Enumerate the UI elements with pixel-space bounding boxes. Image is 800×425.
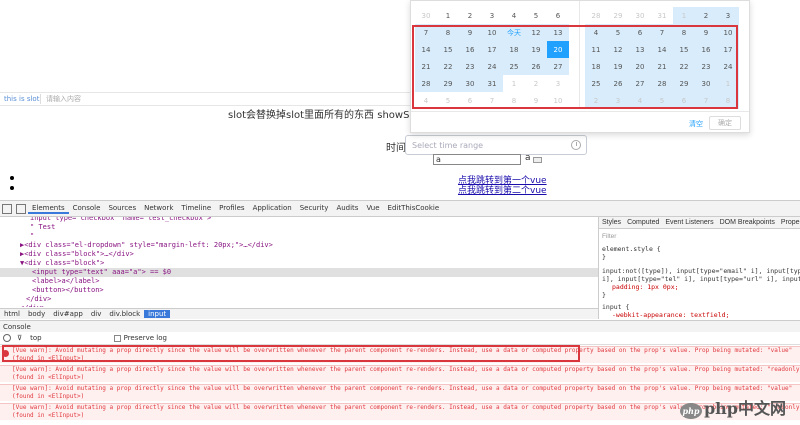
warning-highlight-box <box>2 345 580 362</box>
empty-button[interactable] <box>533 157 542 163</box>
styles-tab[interactable]: Event Listeners <box>662 219 716 226</box>
elements-tree: input type="checkbox" name="test_checkbo… <box>0 217 598 307</box>
devtools-panel: Elements Console Sources Network Timeline Pro… <box>0 200 800 425</box>
slot-input[interactable]: 请输入内容 <box>40 94 81 104</box>
style-line: element.style { <box>602 245 661 253</box>
calendar-day[interactable]: 3 <box>481 7 503 24</box>
text-input[interactable]: a <box>433 154 521 165</box>
tab-console[interactable]: Console <box>69 204 105 214</box>
calendar-day[interactable]: 1 <box>673 7 695 24</box>
range-placeholder: Select time range <box>412 140 484 150</box>
dom-line[interactable]: ▶<div class="block">…</div> <box>20 250 134 259</box>
tab-vue[interactable]: Vue <box>362 204 383 214</box>
calendar-day[interactable]: 28 <box>585 7 607 24</box>
filter-input[interactable]: Filter <box>602 233 616 241</box>
bullet <box>10 176 14 180</box>
php-logo-icon: php <box>679 403 702 419</box>
dom-line[interactable]: <label>a</label> <box>32 277 99 286</box>
style-line: padding: 1px 0px; <box>612 283 679 291</box>
tab-timeline[interactable]: Timeline <box>177 204 215 214</box>
styles-tabs: Styles Computed Event Listeners DOM Breakpo… <box>599 217 800 229</box>
style-line: -webkit-appearance: textfield; <box>612 311 730 319</box>
time-range-picker[interactable]: Select time range <box>405 135 587 155</box>
filter-icon[interactable]: ⊽ <box>17 334 22 342</box>
console-warning: [Vue warn]: Avoid mutating a prop direct… <box>0 365 800 382</box>
calendar-day[interactable]: 29 <box>607 7 629 24</box>
calendar-footer: 清空 确定 <box>411 111 749 133</box>
style-line: input:not([type]), input[type="email" i]… <box>602 267 800 275</box>
calendar-day[interactable]: 4 <box>503 7 525 24</box>
style-line: } <box>602 291 606 299</box>
styles-tab[interactable]: Styles <box>599 219 624 226</box>
dom-line[interactable]: " Test <box>30 223 55 232</box>
breadcrumb-item[interactable]: div#app <box>49 310 87 318</box>
clear-console-icon[interactable] <box>3 334 11 342</box>
dom-line[interactable]: ▶<div class="el-dropdown" style="margin-… <box>20 241 273 250</box>
warning-text: [Vue warn]: Avoid mutating a prop direct… <box>12 366 800 373</box>
ok-button[interactable]: 确定 <box>709 116 741 130</box>
styles-pane: Styles Computed Event Listeners DOM Breakpo… <box>598 217 800 319</box>
slot-label: this is slot <box>4 95 40 103</box>
breadcrumb-item[interactable]: body <box>24 310 49 318</box>
dom-line[interactable]: <input type="text" aaa="a"> == $0 <box>0 268 598 277</box>
tab-elements[interactable]: Elements <box>28 204 69 214</box>
dom-line[interactable]: ▼<div class="block"> <box>20 259 104 268</box>
calendar-day[interactable]: 31 <box>651 7 673 24</box>
preserve-log-label: Preserve log <box>123 334 167 342</box>
time-label: 时间 <box>386 143 406 154</box>
calendar-day[interactable]: 3 <box>717 7 739 24</box>
tab-sources[interactable]: Sources <box>104 204 140 214</box>
calendar-day[interactable]: 5 <box>525 7 547 24</box>
context-select[interactable]: top <box>30 334 41 342</box>
warning-text: [Vue warn]: Avoid mutating a prop direct… <box>12 385 793 392</box>
breadcrumb-item[interactable]: html <box>0 310 24 318</box>
tab-network[interactable]: Network <box>140 204 177 214</box>
styles-tab[interactable]: Properties <box>778 219 800 226</box>
console-header: Console <box>0 320 800 332</box>
tab-application[interactable]: Application <box>249 204 296 214</box>
breadcrumb: html body div#app div div.block input <box>0 308 598 319</box>
clock-icon <box>571 140 581 150</box>
calendar-day[interactable]: 1 <box>437 7 459 24</box>
breadcrumb-item[interactable]: input <box>144 310 171 318</box>
highlight-box <box>412 25 738 109</box>
style-line: input { <box>602 303 630 311</box>
console-title[interactable]: Console <box>3 323 31 331</box>
styles-tab[interactable]: DOM Breakpoints <box>717 219 778 226</box>
dom-line[interactable]: </div> <box>26 295 51 304</box>
watermark: php php中文网 <box>679 395 786 419</box>
calendar-day[interactable]: 6 <box>547 7 569 24</box>
page-area: this is slot 请输入内容 slot会替换掉slot里面所有的东西 s… <box>0 0 800 200</box>
devtools-tabbar: Elements Console Sources Network Timeline Pro… <box>0 201 800 217</box>
calendar-day[interactable]: 30 <box>629 7 651 24</box>
tab-audits[interactable]: Audits <box>332 204 362 214</box>
calendar-day[interactable]: 30 <box>415 7 437 24</box>
slot-row: this is slot 请输入内容 <box>0 92 420 106</box>
input-label: a <box>525 153 531 163</box>
calendar-day[interactable]: 2 <box>459 7 481 24</box>
tab-profiles[interactable]: Profiles <box>215 204 248 214</box>
device-icon[interactable] <box>16 203 26 214</box>
dom-line[interactable]: input type="checkbox" name="test_checkbo… <box>30 217 211 223</box>
breadcrumb-item[interactable]: div <box>87 310 106 318</box>
clear-button[interactable]: 清空 <box>689 119 703 129</box>
tab-editthiscookie[interactable]: EditThisCookie <box>384 204 444 214</box>
style-line: } <box>602 253 606 261</box>
dom-line[interactable]: </div> <box>20 304 45 307</box>
dom-line[interactable]: <button></button> <box>32 286 104 295</box>
breadcrumb-item[interactable]: div.block <box>105 310 144 318</box>
style-line: i], input[type="tel" i], input[type="url… <box>602 275 800 283</box>
warning-source: (found in <ElInput>) <box>12 374 85 381</box>
dom-line[interactable]: " <box>30 232 34 241</box>
preserve-log-checkbox[interactable] <box>113 334 121 342</box>
calendar-day[interactable]: 2 <box>695 7 717 24</box>
console-toolbar: ⊽ top Preserve log <box>0 332 800 345</box>
styles-tab[interactable]: Computed <box>624 219 662 226</box>
tab-security[interactable]: Security <box>296 204 333 214</box>
inspect-icon[interactable] <box>2 203 12 214</box>
bullet <box>10 186 14 190</box>
link-second-vue[interactable]: 点我跳转到第二个vue <box>458 183 547 196</box>
